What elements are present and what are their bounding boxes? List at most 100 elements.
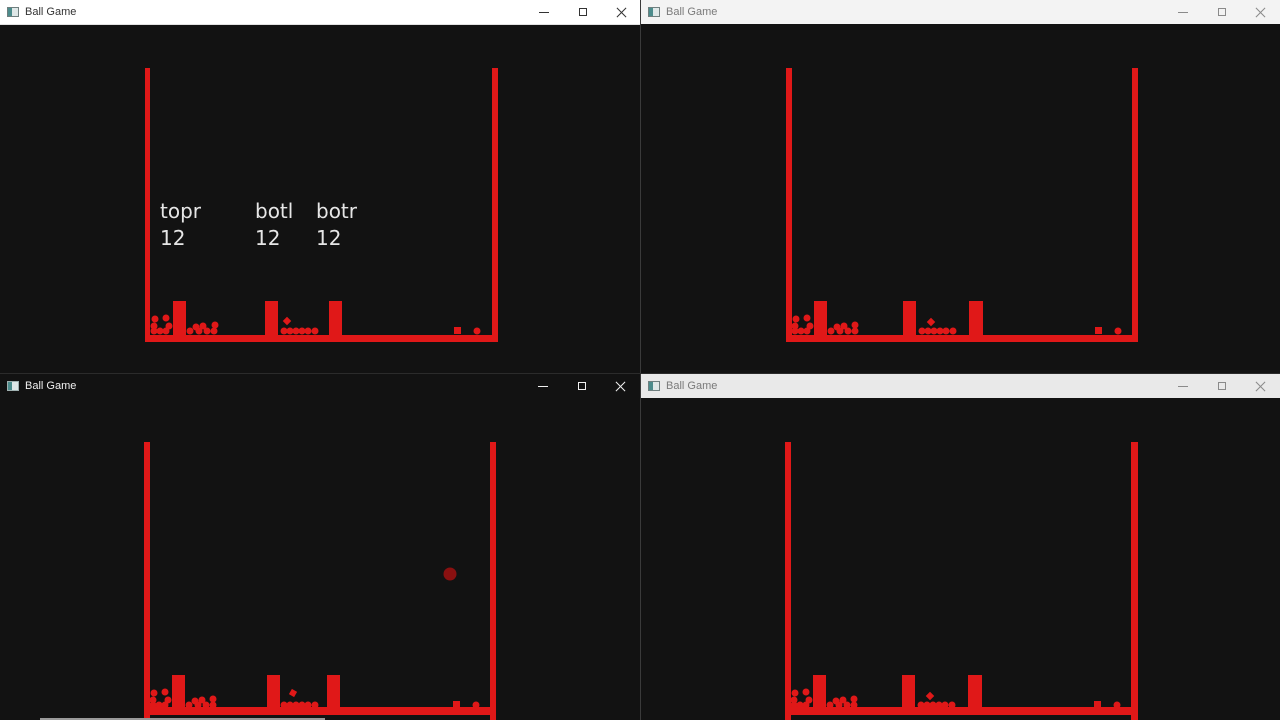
settled-balls (150, 314, 481, 335)
container-floor (786, 335, 1138, 342)
ball-game-window-top-left[interactable]: Ball Game topr 12 botl 12 botr 12 (0, 0, 641, 373)
game-canvas[interactable] (641, 25, 1280, 373)
settled-ball (791, 327, 799, 335)
settled-ball (850, 701, 858, 709)
settled-ball (791, 689, 799, 697)
hud-botl: botl 12 (255, 198, 293, 252)
right-wall (490, 442, 496, 720)
settled-ball (203, 327, 211, 335)
settled-ball (280, 327, 288, 335)
settled-ball (1095, 327, 1102, 334)
maximize-icon (1217, 382, 1226, 390)
settled-ball (935, 701, 943, 709)
hud-label: topr (160, 199, 201, 223)
falling-ball (443, 567, 457, 581)
hud-value: 12 (160, 226, 186, 250)
close-icon (615, 381, 626, 392)
title-bar[interactable]: Ball Game (641, 374, 1280, 398)
minimize-button[interactable] (1163, 374, 1202, 398)
hud-botr: botr 12 (316, 198, 357, 252)
settled-ball (929, 701, 937, 709)
game-canvas[interactable] (0, 398, 640, 720)
settled-ball (209, 701, 217, 709)
settled-ball (1114, 327, 1122, 335)
window-title: Ball Game (25, 6, 77, 18)
ball-game-window-bottom-right[interactable]: Ball Game (641, 374, 1280, 720)
divider-post-3 (327, 675, 340, 710)
settled-ball (161, 701, 169, 709)
window-controls (524, 0, 641, 24)
ball-game-window-top-right[interactable]: Ball Game (641, 0, 1280, 373)
settled-ball (843, 701, 851, 709)
divider-post-2 (903, 301, 916, 336)
settled-ball (311, 701, 319, 709)
settled-ball (924, 327, 932, 335)
close-button[interactable] (1241, 374, 1280, 398)
divider-post-2 (265, 301, 278, 336)
settled-ball (949, 327, 957, 335)
close-button[interactable] (1241, 0, 1280, 24)
container-drawing (144, 442, 496, 720)
container-floor (145, 335, 498, 342)
minimize-button[interactable] (524, 0, 563, 24)
minimize-icon (1177, 11, 1188, 13)
maximize-button[interactable] (1202, 374, 1241, 398)
settled-balls (791, 314, 1122, 335)
settled-ball (162, 327, 170, 335)
minimize-button[interactable] (523, 374, 562, 398)
settled-ball (286, 327, 294, 335)
settled-ball (151, 315, 159, 323)
divider-post-2 (267, 675, 280, 710)
window-divider-vertical (640, 0, 641, 720)
settled-ball (161, 688, 169, 696)
close-icon (616, 7, 627, 18)
divider-post-3 (329, 301, 342, 336)
container-drawing (786, 68, 1138, 342)
window-controls (1163, 0, 1280, 24)
settled-ball (210, 327, 218, 335)
right-wall (492, 68, 498, 342)
settled-ball (454, 327, 461, 334)
divider-post-1 (172, 675, 185, 710)
maximize-button[interactable] (1202, 0, 1241, 24)
divider-post-1 (173, 301, 186, 336)
settled-ball (150, 689, 158, 697)
settled-ball (936, 327, 944, 335)
settled-ball (827, 327, 835, 335)
minimize-icon (537, 385, 548, 387)
divider-post-1 (813, 675, 826, 710)
minimize-icon (1177, 385, 1188, 387)
title-bar[interactable]: Ball Game (0, 0, 641, 25)
game-canvas[interactable] (641, 398, 1280, 720)
divider-post-2 (902, 675, 915, 710)
hud-label: botr (316, 199, 357, 223)
minimize-button[interactable] (1163, 0, 1202, 24)
title-bar[interactable]: Ball Game (0, 374, 640, 398)
ball-game-window-bottom-left[interactable]: Ball Game (0, 374, 640, 720)
maximize-button[interactable] (562, 374, 601, 398)
close-button[interactable] (601, 374, 640, 398)
hud-label: botl (255, 199, 294, 223)
settled-ball (304, 701, 312, 709)
title-bar[interactable]: Ball Game (641, 0, 1280, 24)
settled-ball (918, 327, 926, 335)
window-title: Ball Game (666, 6, 718, 18)
window-title: Ball Game (25, 380, 77, 392)
maximize-button[interactable] (563, 0, 602, 24)
close-button[interactable] (602, 0, 641, 24)
maximize-icon (577, 382, 586, 390)
settled-ball (844, 327, 852, 335)
left-wall (144, 442, 150, 720)
hud-value: 12 (316, 226, 342, 250)
right-wall (1131, 442, 1138, 720)
settled-balls (790, 688, 1121, 709)
settled-ball (472, 701, 480, 709)
settled-balls (149, 688, 480, 709)
settled-ball (311, 327, 319, 335)
settled-ball (298, 327, 306, 335)
game-canvas[interactable]: topr 12 botl 12 botr 12 (0, 25, 641, 373)
window-controls (523, 374, 640, 398)
settled-ball (150, 327, 158, 335)
divider-post-3 (968, 675, 982, 710)
right-wall (1132, 68, 1138, 342)
